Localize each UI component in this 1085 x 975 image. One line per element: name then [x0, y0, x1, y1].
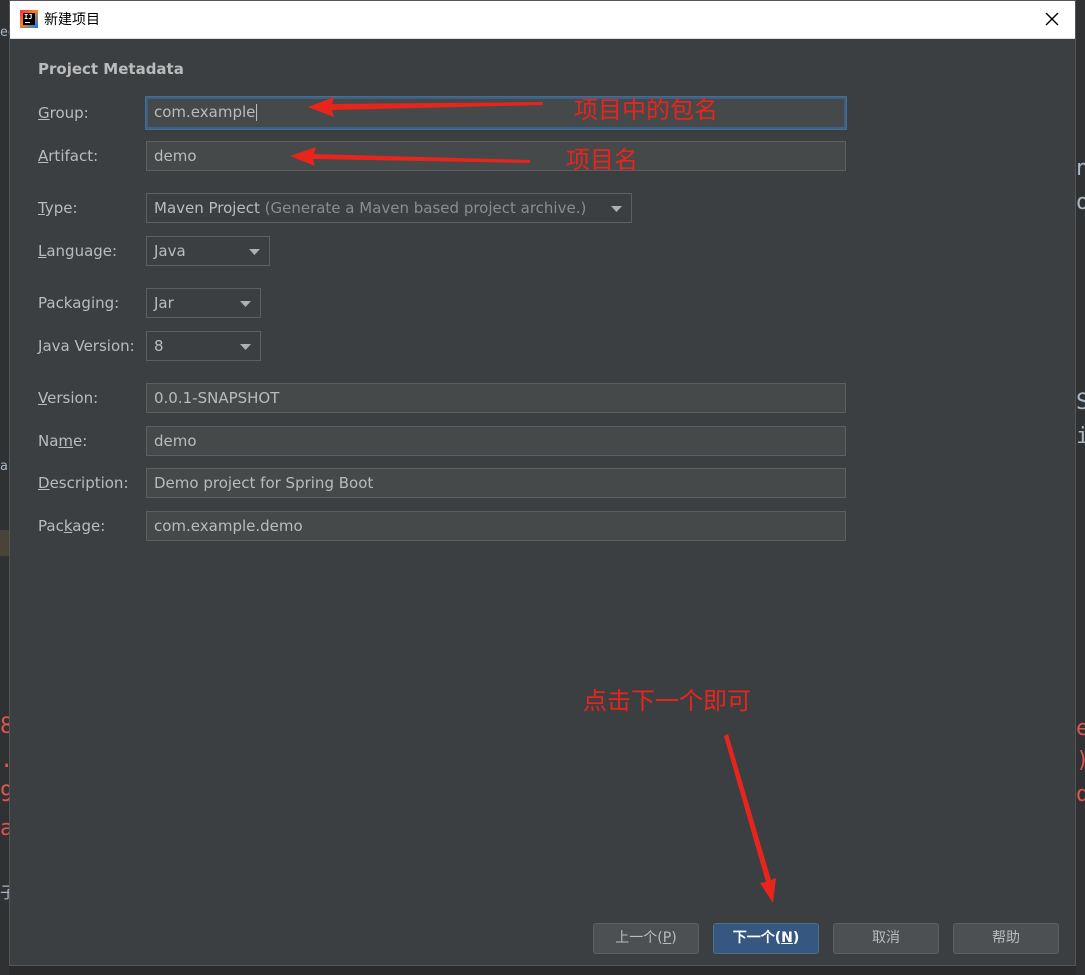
background-ide-strip [0, 530, 9, 556]
package-input[interactable]: com.example.demo [146, 511, 846, 541]
close-icon [1045, 12, 1059, 26]
background-text: i [1076, 426, 1085, 448]
artifact-input[interactable]: demo [146, 141, 846, 171]
description-label: Description: [38, 474, 129, 492]
intellij-icon: IJ [20, 10, 38, 28]
type-value: Maven Project [154, 199, 260, 217]
group-input[interactable]: com.example [146, 97, 846, 129]
type-hint: (Generate a Maven based project archive.… [264, 199, 587, 217]
java-version-value: 8 [154, 337, 164, 355]
name-label: Name: [38, 432, 88, 450]
version-input[interactable]: 0.0.1-SNAPSHOT [146, 383, 846, 413]
chevron-down-icon [240, 344, 251, 350]
annotation-next: 点击下一个即可 [583, 687, 751, 715]
name-input[interactable]: demo [146, 426, 846, 456]
background-text: o [1076, 192, 1085, 214]
artifact-label: Artifact: [38, 147, 99, 165]
chevron-down-icon [240, 301, 251, 307]
chevron-down-icon [611, 206, 622, 212]
type-select[interactable]: Maven Project (Generate a Maven based pr… [146, 193, 632, 223]
packaging-select[interactable]: Jar [146, 288, 261, 318]
background-text: e [1076, 718, 1085, 740]
background-text: al [0, 459, 9, 474]
language-label: Language: [38, 242, 118, 260]
background-text: S [1076, 392, 1085, 414]
type-label: Type: [38, 199, 78, 217]
packaging-label: Packaging: [38, 294, 120, 312]
chevron-down-icon [249, 249, 260, 255]
close-button[interactable] [1029, 1, 1075, 38]
language-select[interactable]: Java [146, 236, 270, 266]
background-text: 8 [0, 716, 9, 738]
annotation-artifact: 项目名 [566, 146, 638, 174]
background-text: 子 [0, 883, 9, 902]
window-title: 新建项目 [44, 12, 100, 28]
packaging-value: Jar [154, 294, 174, 312]
java-version-select[interactable]: 8 [146, 331, 261, 361]
background-text: d [1076, 784, 1085, 806]
description-input[interactable]: Demo project for Spring Boot [146, 468, 846, 498]
background-ide-right [1076, 0, 1085, 975]
new-project-dialog: IJ 新建项目 Project Metadata Group: com.exam… [9, 0, 1076, 966]
previous-button[interactable]: 上一个(P) [593, 923, 699, 954]
title-bar[interactable]: IJ 新建项目 [10, 1, 1075, 39]
help-button[interactable]: 帮助 [953, 923, 1059, 954]
package-label: Package: [38, 517, 106, 535]
group-label: Group: [38, 104, 89, 122]
section-title: Project Metadata [38, 60, 184, 78]
text-caret [256, 104, 258, 121]
version-label: Version: [38, 389, 99, 407]
background-text: . [0, 750, 9, 772]
background-text: a [0, 818, 9, 840]
java-version-label: Java Version: [38, 337, 135, 355]
background-text: ) [1076, 750, 1085, 772]
next-button[interactable]: 下一个(N) [713, 923, 819, 954]
language-value: Java [154, 242, 186, 260]
annotation-group: 项目中的包名 [574, 96, 718, 124]
background-text: n [1076, 158, 1085, 180]
background-text: 9 [0, 784, 9, 806]
cancel-button[interactable]: 取消 [833, 923, 939, 954]
background-text: ed [0, 25, 9, 40]
